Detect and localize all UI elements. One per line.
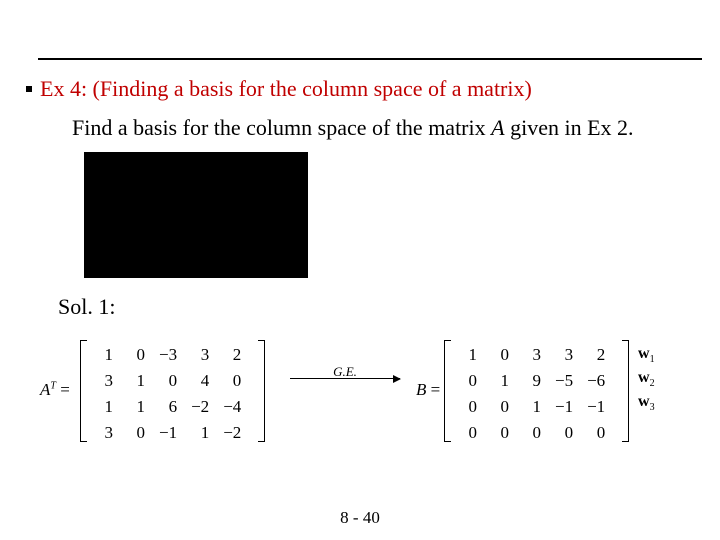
page-number: 8 - 40: [0, 508, 720, 528]
math-row: AT = 10−332 31040 116−2−4 30−11−2 G.E. B…: [40, 330, 710, 450]
matrix-A-transpose: 10−332 31040 116−2−4 30−11−2: [88, 342, 248, 446]
prompt-var-A: A: [491, 115, 504, 140]
lhs-eq: =: [56, 380, 70, 399]
solution-label: Sol. 1:: [58, 294, 115, 320]
w3: w: [638, 393, 650, 410]
arrow-head-icon: [393, 375, 401, 383]
bracket-left-A: [80, 340, 87, 442]
lhs-label: AT =: [40, 380, 70, 400]
matrix-B: 10332 019−5−6 001−1−1 00000: [452, 342, 612, 446]
prompt-line: Find a basis for the column space of the…: [72, 115, 634, 141]
bracket-right-A: [258, 340, 265, 442]
arrow-ge: G.E.: [290, 378, 400, 379]
example-title: Ex 4: (Finding a basis for the column sp…: [40, 76, 532, 102]
rhs-label: B =: [416, 380, 440, 400]
bullet-icon: [26, 86, 32, 92]
redacted-block: [84, 152, 308, 278]
row-vector-labels: w1 w2 w3: [638, 345, 655, 417]
bracket-right-B: [622, 340, 629, 442]
prompt-post: given in Ex 2.: [505, 115, 634, 140]
w2: w: [638, 369, 650, 386]
rhs-eq: =: [426, 380, 440, 399]
bracket-left-B: [444, 340, 451, 442]
lhs-A: A: [40, 380, 50, 399]
w1: w: [638, 345, 650, 362]
prompt-pre: Find a basis for the column space of the…: [72, 115, 491, 140]
rhs-B: B: [416, 380, 426, 399]
